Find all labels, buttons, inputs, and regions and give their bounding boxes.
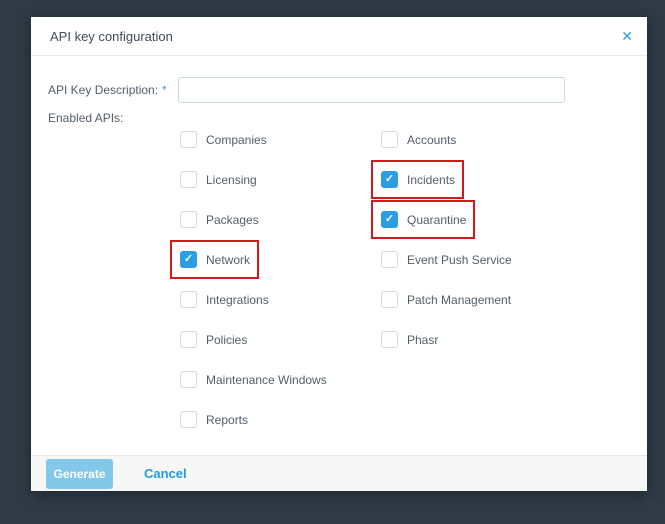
- checkbox-label-reports[interactable]: Reports: [206, 413, 248, 427]
- checkbox-phasr[interactable]: [381, 331, 398, 348]
- dialog-body: API Key Description: * Enabled APIs: Com…: [31, 56, 647, 455]
- checkbox-label-patch-management[interactable]: Patch Management: [407, 293, 511, 307]
- checkbox-checked-incidents[interactable]: ✓: [381, 171, 398, 188]
- api-option-maintenance-windows: Maintenance Windows: [180, 371, 327, 388]
- api-option-licensing: Licensing: [180, 171, 257, 188]
- checkbox-label-integrations[interactable]: Integrations: [206, 293, 269, 307]
- dark-overlay: API key configuration ✕ API Key Descript…: [0, 0, 665, 524]
- dialog-header: API key configuration ✕: [31, 17, 647, 56]
- checkbox-label-network[interactable]: Network: [206, 253, 250, 267]
- cancel-button[interactable]: Cancel: [144, 466, 187, 481]
- checkbox-patch-management[interactable]: [381, 291, 398, 308]
- checkbox-accounts[interactable]: [381, 131, 398, 148]
- api-option-companies: Companies: [180, 131, 267, 148]
- checkbox-checked-network[interactable]: ✓: [180, 251, 197, 268]
- generate-button[interactable]: Generate: [46, 458, 113, 489]
- checkbox-label-event-push-service[interactable]: Event Push Service: [407, 253, 512, 267]
- checkbox-label-phasr[interactable]: Phasr: [407, 333, 438, 347]
- checkbox-checked-quarantine[interactable]: ✓: [381, 211, 398, 228]
- required-asterisk: *: [162, 83, 167, 97]
- checkbox-integrations[interactable]: [180, 291, 197, 308]
- api-option-packages: Packages: [180, 211, 259, 228]
- api-option-patch-management: Patch Management: [381, 291, 511, 308]
- checkbox-label-accounts[interactable]: Accounts: [407, 133, 456, 147]
- api-option-event-push-service: Event Push Service: [381, 251, 512, 268]
- checkbox-label-packages[interactable]: Packages: [206, 213, 259, 227]
- checkbox-reports[interactable]: [180, 411, 197, 428]
- api-option-incidents: ✓ Incidents: [371, 160, 465, 199]
- api-option-reports: Reports: [180, 411, 248, 428]
- api-option-policies: Policies: [180, 331, 247, 348]
- description-field-row: API Key Description: *: [48, 77, 630, 103]
- checkbox-policies[interactable]: [180, 331, 197, 348]
- dialog-title: API key configuration: [50, 28, 173, 44]
- api-key-description-label: API Key Description:: [48, 83, 159, 97]
- api-column-right: Accounts ✓ Incidents ✓ Quarantine Event Push …: [371, 131, 512, 451]
- enabled-apis-label: Enabled APIs:: [48, 111, 124, 125]
- checkbox-label-licensing[interactable]: Licensing: [206, 173, 257, 187]
- dialog-footer: Generate Cancel: [31, 455, 647, 491]
- api-option-quarantine: ✓ Quarantine: [371, 200, 476, 239]
- checkbox-label-quarantine[interactable]: Quarantine: [407, 213, 466, 227]
- checkbox-label-policies[interactable]: Policies: [206, 333, 247, 347]
- checkbox-licensing[interactable]: [180, 171, 197, 188]
- api-column-left: Companies Licensing Packages ✓ Network Integr…: [170, 131, 381, 451]
- checkbox-maintenance-windows[interactable]: [180, 371, 197, 388]
- enabled-apis-section: Enabled APIs: Companies Licensing Packages…: [48, 109, 630, 451]
- api-option-phasr: Phasr: [381, 331, 438, 348]
- api-checkbox-grid: Companies Licensing Packages ✓ Network Integr…: [170, 109, 512, 451]
- api-key-configuration-dialog: API key configuration ✕ API Key Descript…: [31, 17, 647, 491]
- checkbox-label-maintenance-windows[interactable]: Maintenance Windows: [206, 373, 327, 387]
- api-option-network: ✓ Network: [170, 240, 260, 279]
- checkbox-packages[interactable]: [180, 211, 197, 228]
- checkbox-event-push-service[interactable]: [381, 251, 398, 268]
- api-option-integrations: Integrations: [180, 291, 269, 308]
- api-key-description-input[interactable]: [177, 77, 565, 103]
- checkbox-label-companies[interactable]: Companies: [206, 133, 267, 147]
- checkbox-companies[interactable]: [180, 131, 197, 148]
- close-icon[interactable]: ✕: [621, 29, 633, 43]
- checkbox-label-incidents[interactable]: Incidents: [407, 173, 455, 187]
- api-option-accounts: Accounts: [381, 131, 456, 148]
